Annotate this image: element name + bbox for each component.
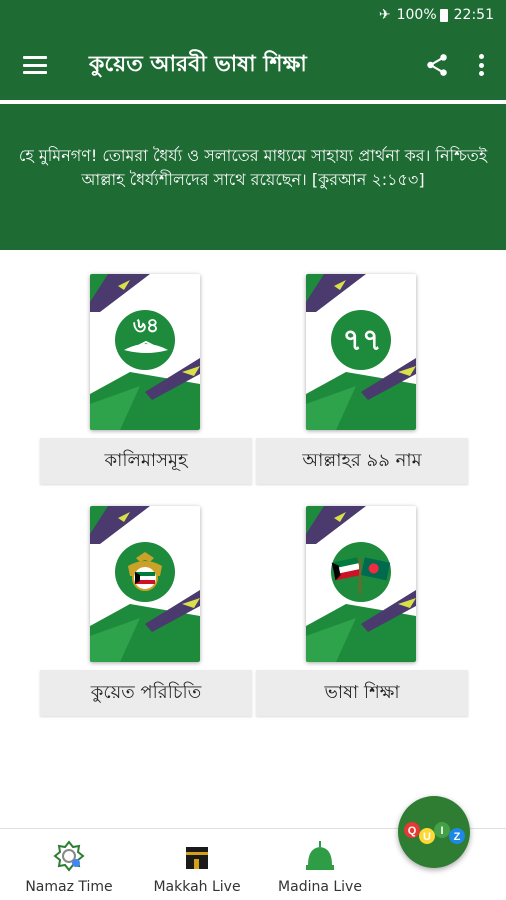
quran-verse-banner: হে মুমিনগণ! তোমরা ধৈর্য্য ও সলাতের মাধ্য…: [0, 104, 506, 250]
app-title: কুয়েত আরবী ভাষা শিক্ষা: [89, 51, 307, 77]
share-icon[interactable]: [424, 52, 450, 78]
madina-dome-icon: [306, 841, 334, 870]
card-kalima[interactable]: ৬৪ কালিমাসমূহ: [40, 250, 252, 484]
nav-label: Madina Live: [278, 879, 362, 895]
app-bar: কুয়েত আরবী ভাষা শিক্ষা: [0, 30, 506, 100]
kuwait-emblem-icon: [128, 552, 162, 591]
svg-text:Z: Z: [454, 831, 461, 843]
allah-99-names-icon: ৭৭: [342, 322, 382, 358]
battery-icon: [439, 8, 448, 22]
svg-text:I: I: [440, 825, 443, 837]
svg-text:U: U: [423, 831, 431, 843]
flags-icon: [331, 557, 391, 594]
card-language-learning[interactable]: ভাষা শিক্ষা: [256, 482, 468, 716]
kalima-badge: ৬৪: [133, 312, 159, 337]
svg-text:Q: Q: [408, 825, 417, 837]
nav-label: Makkah Live: [153, 879, 241, 895]
quran-verse-text: হে মুমিনগণ! তোমরা ধৈর্য্য ও সলাতের মাধ্য…: [18, 146, 488, 189]
card-kuwait-intro[interactable]: কুয়েত পরিচিতি: [40, 482, 252, 716]
nav-label: Namaz Time: [25, 879, 113, 895]
card-label: কালিমাসমূহ: [40, 438, 252, 484]
airplane-icon: ✈: [378, 7, 391, 23]
card-label: ভাষা শিক্ষা: [256, 670, 468, 716]
nav-madina-live[interactable]: Madina Live: [256, 829, 384, 900]
namaz-time-icon: [53, 840, 85, 872]
clock: 22:51: [453, 7, 494, 23]
battery-percent: 100%: [396, 7, 437, 23]
quiz-button[interactable]: Q U I Z: [398, 796, 470, 868]
quiz-icon: Q U I Z: [404, 822, 465, 844]
more-options-icon[interactable]: [478, 54, 484, 76]
status-bar: ✈ 100% 22:51: [0, 0, 506, 30]
menu-icon[interactable]: [23, 56, 47, 74]
nav-namaz-time[interactable]: Namaz Time: [0, 829, 138, 900]
kaaba-icon: [186, 847, 208, 869]
card-allah-names[interactable]: ৭৭ আল্লাহর ৯৯ নাম: [256, 250, 468, 484]
card-label: কুয়েত পরিচিতি: [40, 670, 252, 716]
nav-makkah-live[interactable]: Makkah Live: [138, 829, 256, 900]
card-label: আল্লাহর ৯৯ নাম: [256, 438, 468, 484]
